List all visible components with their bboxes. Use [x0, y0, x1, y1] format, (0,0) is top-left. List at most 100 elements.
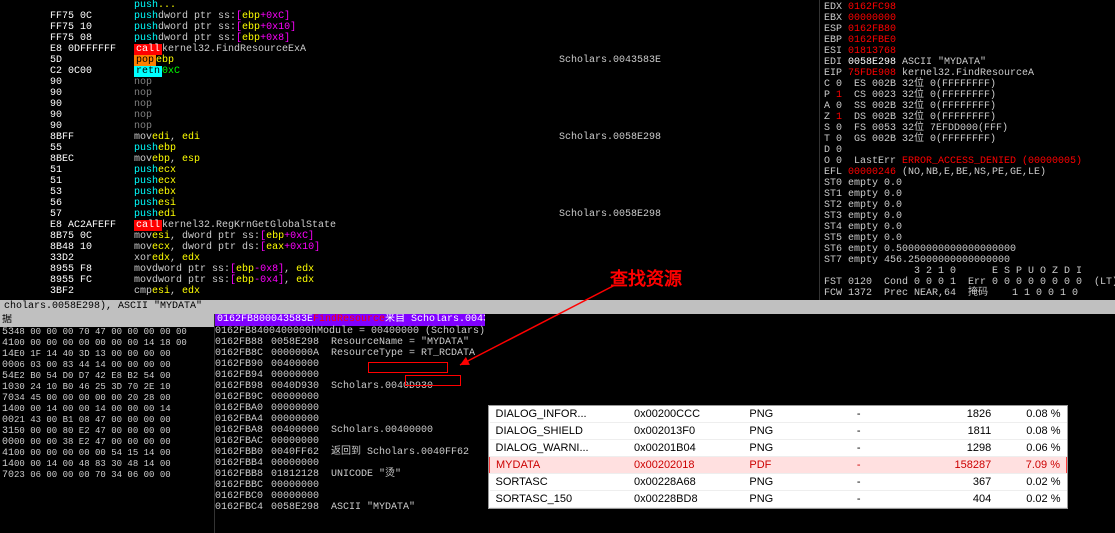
resource-row[interactable]: DIALOG_WARNI...0x00201B04PNG-12980.06 % — [490, 440, 1067, 457]
stack-panel[interactable]: 0162FB800043583EFindResource来自 Scholars.… — [215, 314, 485, 533]
disasm-row[interactable]: 56pushesi — [0, 198, 819, 209]
hex-row[interactable]: 7023 06 00 00 00 70 34 06 00 00 — [0, 470, 214, 481]
hex-row[interactable]: 4100 00 00 00 00 00 00 00 14 18 00 — [0, 338, 214, 349]
stack-row[interactable]: 0162FB8C0000000AResourceType = RT_RCDATA — [215, 348, 485, 359]
register-row: EDI 0058E298 ASCII "MYDATA" — [824, 57, 1111, 68]
status-bar: cholars.0058E298), ASCII "MYDATA" — [0, 300, 1115, 314]
register-row: ESP 0162FB80 — [824, 24, 1111, 35]
register-row: FCW 1372 Prec NEAR,64 掩码 1 1 0 0 1 0 — [824, 288, 1111, 299]
disasm-row[interactable]: 53pushebx — [0, 187, 819, 198]
hex-row[interactable]: 7034 45 00 00 00 00 00 20 28 00 — [0, 393, 214, 404]
resource-row[interactable]: DIALOG_SHIELD0x002013F0PNG-18110.08 % — [490, 423, 1067, 440]
disasm-row[interactable]: 90nop — [0, 121, 819, 132]
register-row: EBP 0162FBE0 — [824, 35, 1111, 46]
stack-row[interactable]: 0162FBAC00000000 — [215, 436, 485, 447]
disasm-row[interactable]: 90nop — [0, 77, 819, 88]
hex-dump-panel[interactable]: 据 5348 00 00 00 70 47 00 00 00 00 00 410… — [0, 314, 215, 533]
register-row: ST7 empty 456.25000000000000000 — [824, 255, 1111, 266]
disasm-row[interactable]: 51pushecx — [0, 176, 819, 187]
disasm-row[interactable]: 8955 FCmovdword ptr ss:[ebp-0x4], edx — [0, 275, 819, 286]
stack-row[interactable]: 0162FBB400000000 — [215, 458, 485, 469]
hex-row[interactable]: 1400 00 14 00 00 14 00 00 00 14 — [0, 404, 214, 415]
stack-row[interactable]: 0162FBA000000000 — [215, 403, 485, 414]
register-row: ST2 empty 0.0 — [824, 200, 1111, 211]
register-row: C 0 ES 002B 32位 0(FFFFFFFF) — [824, 79, 1111, 90]
stack-row[interactable]: 0162FBC40058E298ASCII "MYDATA" — [215, 502, 485, 513]
disasm-row[interactable]: 5DpopebpScholars.0043583E — [0, 55, 819, 66]
resource-table[interactable]: DIALOG_INFOR...0x00200CCCPNG-18260.08 %D… — [488, 405, 1068, 509]
stack-header: 0162FB800043583EFindResource来自 Scholars.… — [215, 314, 485, 326]
stack-row[interactable]: 0162FB9400000000 — [215, 370, 485, 381]
register-row: EIP 75FDE908 kernel32.FindResourceA — [824, 68, 1111, 79]
hex-header: 据 — [0, 314, 214, 327]
register-row: ESI 01813768 — [824, 46, 1111, 57]
resource-row[interactable]: DIALOG_INFOR...0x00200CCCPNG-18260.08 % — [490, 406, 1067, 423]
hex-row[interactable]: 4100 00 00 00 00 00 54 15 14 00 — [0, 448, 214, 459]
stack-row[interactable]: 0162FB9000400000 — [215, 359, 485, 370]
disasm-row[interactable]: 8955 F8movdword ptr ss:[ebp-0x8], edx — [0, 264, 819, 275]
register-row: EBX 00000000 — [824, 13, 1111, 24]
stack-row[interactable]: 0162FBB00040FF62返回到 Scholars.0040FF62 — [215, 447, 485, 458]
hex-row[interactable]: 3150 00 00 80 E2 47 00 00 00 00 — [0, 426, 214, 437]
register-row: ST4 empty 0.0 — [824, 222, 1111, 233]
hex-row[interactable]: 1400 00 14 00 48 83 30 48 14 00 — [0, 459, 214, 470]
stack-row[interactable]: 0162FBA400000000 — [215, 414, 485, 425]
register-row: A 0 SS 002B 32位 0(FFFFFFFF) — [824, 101, 1111, 112]
hex-row[interactable]: 1030 24 10 B0 46 25 3D 70 2E 10 — [0, 382, 214, 393]
disasm-row[interactable]: 90nop — [0, 110, 819, 121]
register-row: P 1 CS 0023 32位 0(FFFFFFFF) — [824, 90, 1111, 101]
disasm-row[interactable]: 90nop — [0, 99, 819, 110]
disasm-row[interactable]: 8B75 0Cmovesi, dword ptr ss:[ebp+0xC] — [0, 231, 819, 242]
register-row: 3 2 1 0 E S P U O Z D I — [824, 266, 1111, 277]
disasm-row[interactable]: 51pushecx — [0, 165, 819, 176]
register-row: FST 0120 Cond 0 0 0 1 Err 0 0 0 0 0 0 0 … — [824, 277, 1111, 288]
register-row: ST0 empty 0.0 — [824, 178, 1111, 189]
stack-row[interactable]: 0162FBB801812128UNICODE "烫" — [215, 469, 485, 480]
disasm-row[interactable]: 55pushebp — [0, 143, 819, 154]
disasm-row[interactable]: C2 0C00retn0xC — [0, 66, 819, 77]
register-row: O 0 LastErr ERROR_ACCESS_DENIED (0000000… — [824, 156, 1111, 167]
cpu-disasm-panel[interactable]: push...FF75 0Cpushdword ptr ss:[ebp+0xC]… — [0, 0, 820, 300]
register-row: ST3 empty 0.0 — [824, 211, 1111, 222]
disasm-row[interactable]: E8 AC2AFEFFcallkernel32.RegKrnGetGlobalS… — [0, 220, 819, 231]
stack-row[interactable]: 0162FB9C00000000 — [215, 392, 485, 403]
disasm-row[interactable]: 8BECmovebp, esp — [0, 154, 819, 165]
stack-row[interactable]: 0162FBBC00000000 — [215, 480, 485, 491]
stack-row[interactable]: 0162FBC000000000 — [215, 491, 485, 502]
disasm-row[interactable]: E8 0DFFFFFFcallkernel32.FindResourceExA — [0, 44, 819, 55]
disasm-row[interactable]: 57pushediScholars.0058E298 — [0, 209, 819, 220]
disasm-row[interactable]: FF75 08pushdword ptr ss:[ebp+0x8] — [0, 33, 819, 44]
hex-row[interactable]: 0021 43 00 B1 08 47 00 00 00 00 — [0, 415, 214, 426]
hex-row[interactable]: 14E0 1F 14 40 3D 13 00 00 00 00 — [0, 349, 214, 360]
hex-row[interactable]: 5348 00 00 00 70 47 00 00 00 00 00 — [0, 327, 214, 338]
stack-row[interactable]: 0162FB980040D930Scholars.0040D930 — [215, 381, 485, 392]
resource-row[interactable]: MYDATA0x00202018PDF-1582877.09 % — [490, 457, 1067, 474]
disasm-row[interactable]: 3BF2cmpesi, edx — [0, 286, 819, 297]
disasm-row[interactable]: 33D2xoredx, edx — [0, 253, 819, 264]
hex-row[interactable]: 0000 00 00 38 E2 47 00 00 00 00 — [0, 437, 214, 448]
register-row: S 0 FS 0053 32位 7EFDD000(FFF) — [824, 123, 1111, 134]
register-row: D 0 — [824, 145, 1111, 156]
register-row: EFL 00000246 (NO,NB,E,BE,NS,PE,GE,LE) — [824, 167, 1111, 178]
disasm-row[interactable]: push... — [0, 0, 819, 11]
resource-row[interactable]: SORTASC_1500x00228BD8PNG-4040.02 % — [490, 491, 1067, 508]
annotation-label: 查找资源 — [610, 265, 682, 291]
hex-row[interactable]: 0006 03 00 83 44 14 00 00 00 00 — [0, 360, 214, 371]
disasm-row[interactable]: 8BFFmovedi, ediScholars.0058E298 — [0, 132, 819, 143]
register-row: Z 1 DS 002B 32位 0(FFFFFFFF) — [824, 112, 1111, 123]
register-row: T 0 GS 002B 32位 0(FFFFFFFF) — [824, 134, 1111, 145]
hex-row[interactable]: 54E2 B0 54 D0 D7 42 E8 B2 54 00 — [0, 371, 214, 382]
stack-row[interactable]: 0162FBA800400000Scholars.00400000 — [215, 425, 485, 436]
stack-row[interactable]: 0162FB880058E298ResourceName = "MYDATA" — [215, 337, 485, 348]
resource-row[interactable]: SORTASC0x00228A68PNG-3670.02 % — [490, 474, 1067, 491]
register-row: ST1 empty 0.0 — [824, 189, 1111, 200]
disasm-row[interactable]: FF75 0Cpushdword ptr ss:[ebp+0xC] — [0, 11, 819, 22]
disasm-row[interactable]: 90nop — [0, 88, 819, 99]
registers-panel[interactable]: EDX 0162FC98EBX 00000000ESP 0162FB80EBP … — [820, 0, 1115, 300]
register-row: ST5 empty 0.0 — [824, 233, 1111, 244]
register-row: EDX 0162FC98 — [824, 2, 1111, 13]
stack-row[interactable]: 0162FB8400400000hModule = 00400000 (Scho… — [215, 326, 485, 337]
disasm-row[interactable]: FF75 10pushdword ptr ss:[ebp+0x10] — [0, 22, 819, 33]
register-row: ST6 empty 0.50000000000000000000 — [824, 244, 1111, 255]
disasm-row[interactable]: 8B48 10movecx, dword ptr ds:[eax+0x10] — [0, 242, 819, 253]
